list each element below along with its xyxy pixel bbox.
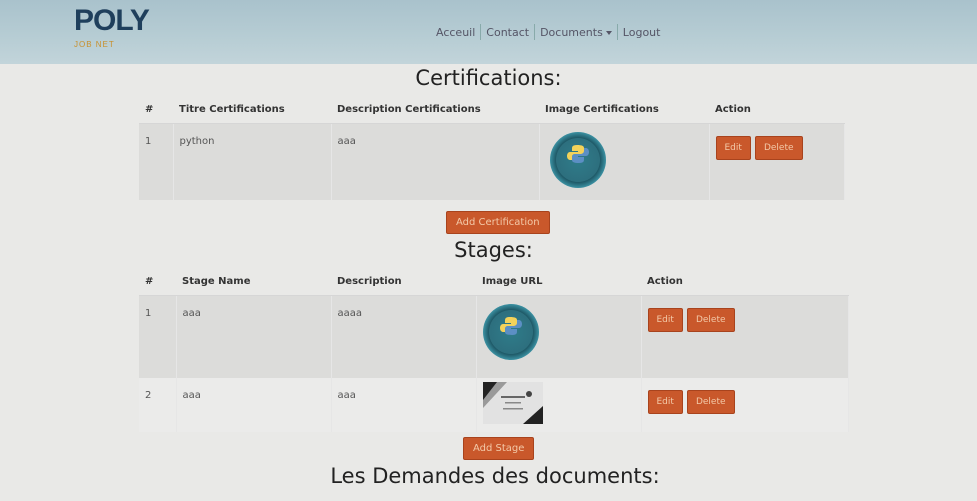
edit-button[interactable]: Edit bbox=[715, 136, 751, 160]
navbar: POLY JOB NET Acceuil Contact Documents L… bbox=[0, 0, 977, 64]
action-cell: Edit Delete bbox=[641, 295, 849, 378]
brand-tagline: JOB NET bbox=[74, 40, 115, 49]
nav-divider bbox=[616, 24, 618, 40]
action-cell: Edit Delete bbox=[641, 377, 849, 432]
stages-heading: Stages: bbox=[454, 238, 533, 262]
nav-dropdown-documents[interactable]: Documents bbox=[536, 24, 616, 41]
nav-dropdown-documents-label: Documents bbox=[540, 26, 603, 39]
row-number: 1 bbox=[139, 295, 177, 378]
add-stage-button[interactable]: Add Stage bbox=[463, 437, 535, 460]
action-cell: Edit Delete bbox=[709, 123, 845, 200]
delete-button[interactable]: Delete bbox=[686, 389, 735, 414]
column-header: Stage Name bbox=[176, 267, 331, 296]
python-badge-icon bbox=[549, 132, 606, 188]
table-row: 2 aaa aaa Edit Delete bbox=[139, 377, 849, 432]
table-header-row: # Stage Name Description Image URL Actio… bbox=[139, 267, 849, 296]
column-header: Titre Certifications bbox=[173, 95, 331, 124]
stage-image-cell bbox=[476, 295, 642, 378]
column-header: # bbox=[139, 267, 176, 296]
stage-name: aaa bbox=[176, 377, 332, 432]
certifications-heading: Certifications: bbox=[415, 66, 562, 90]
stage-description: aaaa bbox=[331, 295, 477, 378]
stage-description: aaa bbox=[331, 377, 477, 432]
stage-name: aaa bbox=[176, 295, 332, 378]
nav-link-contact[interactable]: Contact bbox=[482, 24, 533, 41]
python-logo-icon bbox=[566, 145, 589, 163]
table-row: 1 aaa aaaa Edit Delete bbox=[139, 295, 849, 378]
table-header-row: # Titre Certifications Description Certi… bbox=[139, 95, 845, 124]
row-number: 1 bbox=[139, 123, 174, 200]
column-header: Action bbox=[641, 267, 849, 296]
column-header: Action bbox=[709, 95, 845, 124]
add-certification-button[interactable]: Add Certification bbox=[446, 211, 550, 234]
chevron-down-icon bbox=[605, 31, 612, 35]
brand-logo[interactable]: POLY JOB NET bbox=[74, 4, 150, 50]
row-number: 2 bbox=[139, 377, 177, 432]
stage-image-cell bbox=[476, 377, 642, 432]
edit-button[interactable]: Edit bbox=[647, 308, 683, 332]
certification-image-cell bbox=[539, 123, 710, 200]
certificate-image bbox=[482, 381, 543, 424]
brand-name: POLY bbox=[74, 4, 150, 37]
nav-divider bbox=[480, 24, 482, 40]
column-header: Description Certifications bbox=[331, 95, 539, 124]
column-header: Image Certifications bbox=[539, 95, 709, 124]
nav-link-acceuil[interactable]: Acceuil bbox=[432, 24, 479, 41]
column-header: Image URL bbox=[476, 267, 641, 296]
delete-button[interactable]: Delete bbox=[754, 136, 803, 160]
python-badge-icon bbox=[482, 304, 539, 360]
column-header: Description bbox=[331, 267, 476, 296]
certifications-table: # Titre Certifications Description Certi… bbox=[139, 95, 845, 200]
table-row: 1 python aaa Edit Delete bbox=[139, 123, 845, 200]
certification-title: python bbox=[173, 123, 332, 200]
certificate-thumbnail bbox=[482, 381, 543, 424]
column-header: # bbox=[139, 95, 173, 124]
nav-link-logout[interactable]: Logout bbox=[619, 24, 665, 41]
demandes-heading: Les Demandes des documents: bbox=[330, 464, 660, 488]
nav-links: Acceuil Contact Documents Logout bbox=[432, 24, 664, 41]
delete-button[interactable]: Delete bbox=[686, 308, 735, 332]
certification-description: aaa bbox=[331, 123, 540, 200]
stages-table: # Stage Name Description Image URL Actio… bbox=[139, 267, 849, 432]
edit-button[interactable]: Edit bbox=[647, 389, 683, 414]
nav-divider bbox=[534, 24, 536, 40]
python-logo-icon bbox=[499, 317, 522, 335]
